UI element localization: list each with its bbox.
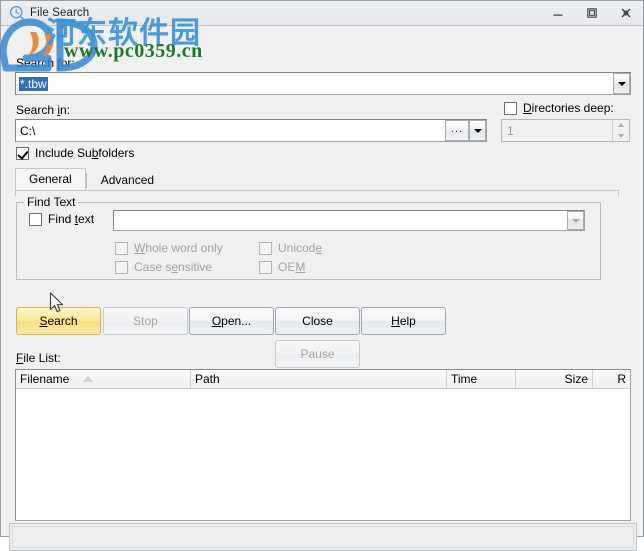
directories-deep-spinner[interactable]: 1: [501, 119, 630, 142]
find-text-checkbox[interactable]: [29, 213, 42, 226]
pause-button[interactable]: Pause: [275, 340, 360, 368]
case-sensitive-checkbox[interactable]: [115, 261, 128, 274]
close-button-action[interactable]: Close: [275, 307, 360, 335]
browse-button[interactable]: ...: [445, 120, 469, 141]
oem-label: OEM: [278, 260, 306, 274]
directories-deep-checkbox[interactable]: [504, 102, 517, 115]
help-button[interactable]: Help: [361, 307, 446, 335]
find-text-checkbox-row[interactable]: Find text: [29, 213, 94, 226]
column-header-filename[interactable]: Filename: [16, 370, 191, 388]
unicode-label: Unicode: [278, 241, 323, 255]
oem-checkbox-row[interactable]: OEM: [259, 261, 305, 274]
search-for-label: Search for:: [16, 56, 75, 70]
column-header-r[interactable]: R: [593, 370, 630, 388]
title-bar[interactable]: File Search: [1, 1, 643, 26]
case-sensitive-checkbox-row[interactable]: Case sensitive: [115, 261, 212, 274]
window-title: File Search: [30, 7, 90, 19]
find-text-combobox[interactable]: [113, 210, 585, 231]
whole-word-only-label: Whole word only: [134, 241, 223, 255]
open-button[interactable]: Open...: [189, 307, 274, 335]
find-text-group-title: Find Text: [24, 196, 79, 209]
find-text-group: Find Text Find text Whole word only Case…: [16, 196, 601, 280]
tab-strip: General Advanced: [15, 168, 619, 191]
clock-search-icon: [9, 5, 25, 21]
directories-deep-value[interactable]: 1: [502, 124, 612, 138]
search-in-dropdown-arrow[interactable]: [469, 120, 486, 141]
spinner-down-button[interactable]: [613, 130, 629, 141]
include-subfolders-label: Include Subfolders: [35, 146, 135, 160]
search-for-combobox[interactable]: *.tbw: [15, 72, 631, 95]
case-sensitive-label: Case sensitive: [134, 260, 213, 274]
column-header-size[interactable]: Size: [516, 370, 593, 388]
whole-word-only-checkbox-row[interactable]: Whole word only: [115, 242, 223, 255]
file-list-label: File List:: [16, 351, 61, 365]
tab-general[interactable]: General: [15, 168, 86, 191]
search-for-dropdown-arrow[interactable]: [613, 73, 630, 94]
close-button[interactable]: [609, 2, 643, 25]
window-controls: [541, 1, 643, 25]
column-header-path[interactable]: Path: [191, 370, 447, 388]
tab-advanced[interactable]: Advanced: [87, 169, 168, 191]
sort-ascending-icon: [83, 376, 94, 382]
whole-word-only-checkbox[interactable]: [115, 242, 128, 255]
file-search-window: File Search Search for: *.tbw Search in:: [0, 0, 644, 551]
status-panel: [9, 523, 637, 551]
directories-deep-label: Directories deep:: [523, 101, 614, 115]
column-header-time[interactable]: Time: [447, 370, 516, 388]
directories-deep-checkbox-row[interactable]: Directories deep:: [504, 102, 614, 115]
unicode-checkbox-row[interactable]: Unicode: [259, 242, 322, 255]
stop-button[interactable]: Stop: [103, 307, 188, 335]
oem-checkbox[interactable]: [259, 261, 272, 274]
include-subfolders-checkbox[interactable]: [16, 147, 29, 160]
file-list-header: Filename Path Time Size R: [16, 370, 630, 389]
file-list-view[interactable]: Filename Path Time Size R: [15, 369, 631, 521]
status-panel-inner: [12, 526, 634, 548]
search-in-combobox[interactable]: C:\ ...: [15, 119, 487, 142]
find-text-label: Find text: [48, 212, 95, 226]
search-button[interactable]: Search: [16, 307, 101, 335]
include-subfolders-checkbox-row[interactable]: Include Subfolders: [16, 147, 134, 160]
search-in-label: Search in:: [16, 103, 71, 117]
file-list-body[interactable]: [16, 389, 630, 520]
client-area: Search for: *.tbw Search in: Directories…: [1, 26, 643, 551]
spinner-buttons[interactable]: [612, 120, 629, 141]
unicode-checkbox[interactable]: [259, 242, 272, 255]
tab-panel-top-edge: [15, 190, 619, 196]
find-text-dropdown-arrow[interactable]: [567, 211, 584, 230]
search-for-input-value[interactable]: *.tbw: [19, 76, 48, 91]
search-in-input-value[interactable]: C:\: [16, 124, 445, 138]
spinner-up-button[interactable]: [613, 120, 629, 131]
minimize-button[interactable]: [541, 2, 575, 25]
maximize-button[interactable]: [575, 2, 609, 25]
